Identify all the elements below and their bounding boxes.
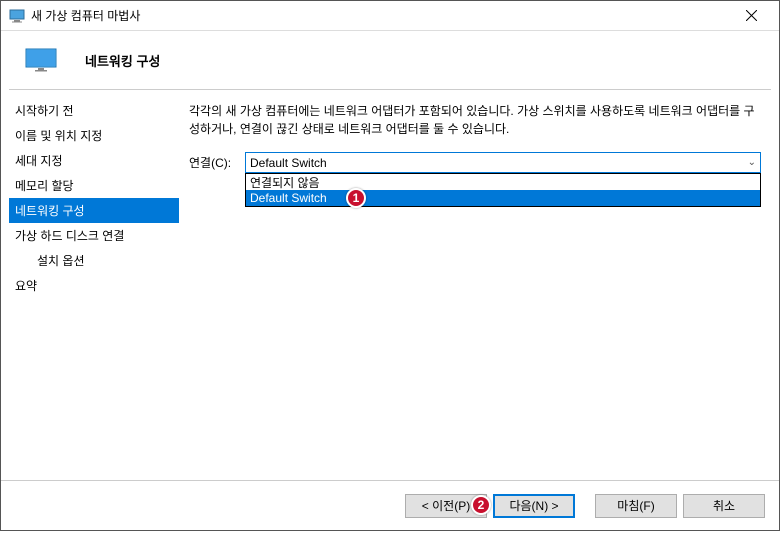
description-text: 각각의 새 가상 컴퓨터에는 네트워크 어댑터가 포함되어 있습니다. 가상 스…: [189, 102, 761, 138]
header: 네트워킹 구성: [1, 31, 779, 89]
sidebar-item-before-start[interactable]: 시작하기 전: [9, 98, 179, 123]
titlebar: 새 가상 컴퓨터 마법사: [1, 1, 779, 31]
combo-value: Default Switch: [250, 156, 327, 170]
sidebar-item-summary[interactable]: 요약: [9, 273, 179, 298]
connection-label: 연결(C):: [189, 154, 239, 171]
sidebar-item-name-location[interactable]: 이름 및 위치 지정: [9, 123, 179, 148]
main-panel: 각각의 새 가상 컴퓨터에는 네트워크 어댑터가 포함되어 있습니다. 가상 스…: [185, 98, 771, 472]
wizard-window: 새 가상 컴퓨터 마법사 네트워킹 구성 시작하기 전 이름 및 위치 지정 세…: [0, 0, 780, 531]
sidebar-item-networking[interactable]: 네트워킹 구성: [9, 198, 179, 223]
footer: < 이전(P) 2 다음(N) > 마침(F) 취소: [1, 480, 779, 530]
dropdown-option-label: Default Switch: [250, 191, 327, 205]
dropdown-option-default-switch[interactable]: Default Switch 1: [246, 190, 760, 206]
dropdown-option-not-connected[interactable]: 연결되지 않음: [246, 174, 760, 190]
connection-combobox[interactable]: Default Switch ⌄: [245, 152, 761, 173]
close-icon: [746, 10, 757, 21]
sidebar-item-vhd[interactable]: 가상 하드 디스크 연결: [9, 223, 179, 248]
page-title: 네트워킹 구성: [85, 51, 160, 70]
finish-button[interactable]: 마침(F): [595, 494, 677, 518]
content: 시작하기 전 이름 및 위치 지정 세대 지정 메모리 할당 네트워킹 구성 가…: [1, 90, 779, 480]
app-icon: [9, 8, 25, 24]
connection-dropdown: 연결되지 않음 Default Switch 1: [245, 173, 761, 207]
sidebar: 시작하기 전 이름 및 위치 지정 세대 지정 메모리 할당 네트워킹 구성 가…: [9, 98, 179, 472]
sidebar-item-install-options[interactable]: 설치 옵션: [9, 248, 179, 273]
sidebar-item-memory[interactable]: 메모리 할당: [9, 173, 179, 198]
cancel-button[interactable]: 취소: [683, 494, 765, 518]
chevron-down-icon: ⌄: [748, 157, 756, 168]
close-button[interactable]: [731, 2, 771, 30]
connection-combo-wrap: Default Switch ⌄ 연결되지 않음 Default Switch …: [245, 152, 761, 173]
annotation-marker-1: 1: [346, 188, 366, 208]
connection-row: 연결(C): Default Switch ⌄ 연결되지 않음 Default …: [189, 152, 761, 173]
next-button[interactable]: 다음(N) >: [493, 494, 575, 518]
sidebar-item-generation[interactable]: 세대 지정: [9, 148, 179, 173]
annotation-marker-2: 2: [471, 495, 491, 515]
monitor-icon: [25, 48, 57, 72]
window-title: 새 가상 컴퓨터 마법사: [31, 7, 731, 24]
